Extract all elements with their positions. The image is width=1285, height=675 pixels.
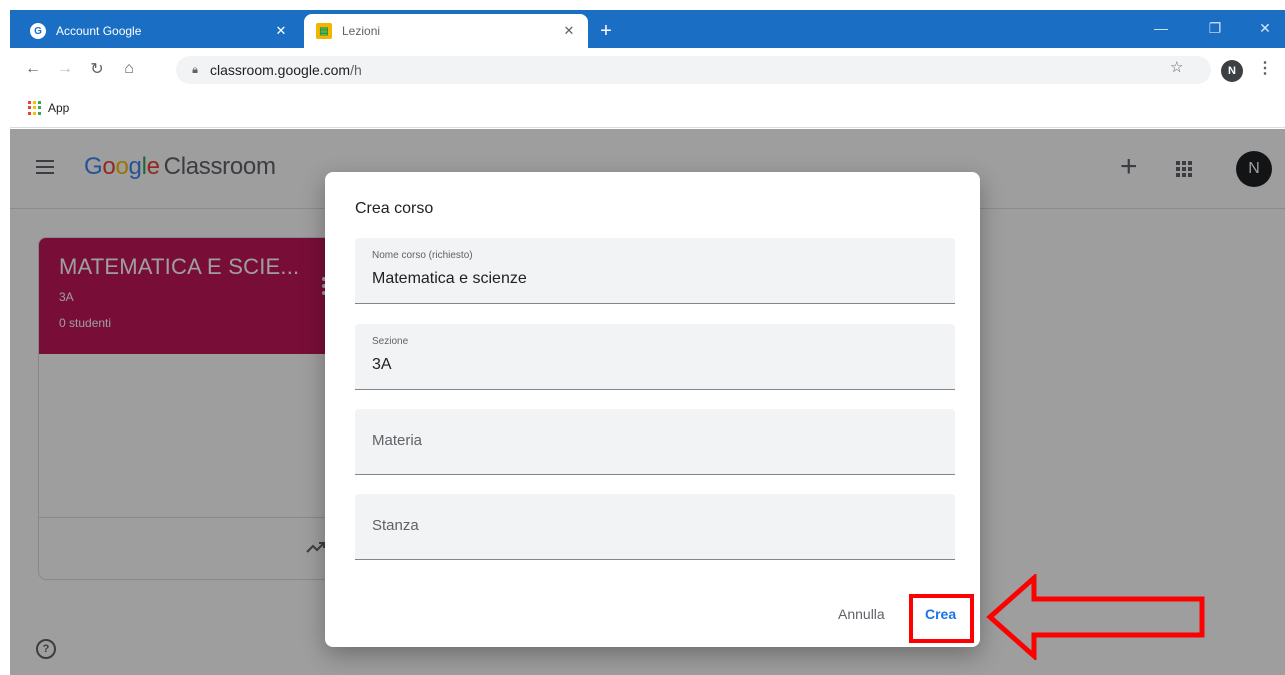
bookmark-app[interactable]: App: [28, 101, 69, 115]
forward-icon[interactable]: →: [54, 58, 76, 80]
url-text: classroom.google.com/h: [210, 62, 362, 78]
home-icon[interactable]: ⌂: [118, 58, 140, 80]
url-domain: classroom.google.com: [210, 62, 351, 78]
classroom-icon: ▤: [316, 23, 332, 39]
field-placeholder: Materia: [372, 432, 423, 449]
lock-icon: 🔒︎: [192, 63, 198, 76]
field-label: Sezione: [372, 336, 409, 347]
tab-title: Lezioni: [342, 24, 381, 38]
annotation-arrow-icon: [986, 574, 1205, 660]
tab-account-google[interactable]: G Account Google ✕: [18, 14, 300, 48]
field-value[interactable]: 3A: [372, 356, 392, 374]
dialog-title: Crea corso: [355, 200, 434, 217]
field-label: Nome corso (richiesto): [372, 250, 473, 261]
tab-lezioni[interactable]: ▤ Lezioni ✕: [304, 14, 588, 48]
window-close-icon[interactable]: ✕: [1250, 20, 1280, 37]
bookmarks-bar: App: [10, 92, 1285, 128]
profile-avatar[interactable]: N: [1221, 60, 1243, 82]
back-icon[interactable]: ←: [22, 58, 44, 80]
bookmark-star-icon[interactable]: ☆: [1170, 58, 1183, 76]
field-value[interactable]: Matematica e scienze: [372, 270, 527, 288]
room-field[interactable]: Stanza: [355, 494, 955, 560]
create-course-dialog: Crea corso Nome corso (richiesto) Matema…: [325, 172, 980, 647]
section-field[interactable]: Sezione 3A: [355, 324, 955, 390]
maximize-icon[interactable]: ❐: [1200, 20, 1230, 37]
field-placeholder: Stanza: [372, 517, 419, 534]
google-account-icon: G: [30, 23, 46, 39]
tab-title: Account Google: [56, 24, 142, 38]
apps-grid-icon: [28, 101, 42, 115]
course-name-field[interactable]: Nome corso (richiesto) Matematica e scie…: [355, 238, 955, 304]
subject-field[interactable]: Materia: [355, 409, 955, 475]
address-bar[interactable]: 🔒︎ classroom.google.com/h: [176, 56, 1211, 84]
browser-toolbar: ← → ↻ ⌂ 🔒︎ classroom.google.com/h ☆ N ⋮: [10, 48, 1285, 92]
close-icon[interactable]: ✕: [558, 20, 580, 42]
browser-window: G Account Google ✕ ▤ Lezioni ✕ + — ❐ ✕ ←…: [10, 0, 1285, 675]
minimize-icon[interactable]: —: [1146, 20, 1176, 36]
tab-strip: G Account Google ✕ ▤ Lezioni ✕ + — ❐ ✕: [10, 10, 1285, 48]
bookmark-label: App: [48, 101, 70, 115]
new-tab-icon[interactable]: +: [594, 21, 618, 41]
browser-menu-icon[interactable]: ⋮: [1257, 58, 1273, 78]
close-icon[interactable]: ✕: [270, 20, 292, 42]
url-path: /h: [350, 62, 362, 78]
reload-icon[interactable]: ↻: [86, 58, 108, 80]
cancel-button[interactable]: Annulla: [838, 606, 885, 622]
highlight-box: [909, 594, 974, 643]
